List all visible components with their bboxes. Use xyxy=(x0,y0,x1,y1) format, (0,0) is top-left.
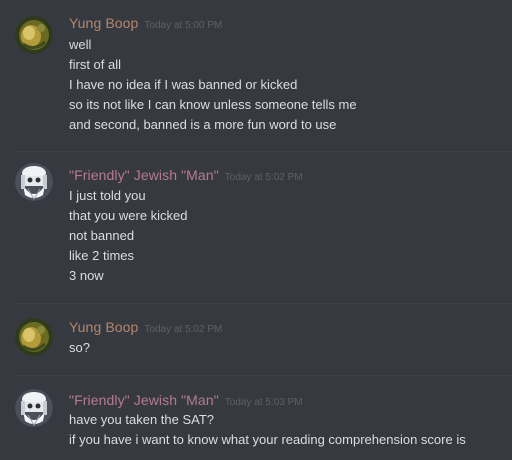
message-divider xyxy=(14,151,512,152)
message-header: "Friendly" Jewish "Man" Today at 5:03 PM xyxy=(69,392,303,410)
message-line: so its not like I can know unless someon… xyxy=(69,97,357,112)
message-line: and second, banned is a more fun word to… xyxy=(69,117,337,132)
message-line: like 2 times xyxy=(69,248,135,263)
message-line: not banned xyxy=(69,228,135,243)
username[interactable]: Yung Boop xyxy=(69,319,138,335)
message-line: I just told you xyxy=(69,188,146,203)
bearded-man-avatar-icon[interactable] xyxy=(15,389,53,427)
timestamp: Today at 5:00 PM xyxy=(144,20,223,31)
message-content: have you taken the SAT? if you have i wa… xyxy=(69,410,466,450)
message-line: have you taken the SAT? xyxy=(69,412,215,427)
message-line: I have no idea if I was banned or kicked xyxy=(69,77,298,92)
message-line: if you have i want to know what your rea… xyxy=(69,432,466,447)
message-header: "Friendly" Jewish "Man" Today at 5:02 PM xyxy=(69,167,303,185)
message-header: Yung Boop Today at 5:02 PM xyxy=(69,319,222,337)
message-line: well xyxy=(69,37,92,52)
message-line: that you were kicked xyxy=(69,208,188,223)
message-content: well first of all I have no idea if I wa… xyxy=(69,35,357,135)
message-divider xyxy=(14,375,512,376)
timestamp: Today at 5:03 PM xyxy=(224,397,303,408)
bearded-man-avatar-icon[interactable] xyxy=(15,163,53,201)
username[interactable]: Yung Boop xyxy=(69,15,138,31)
message-line: so? xyxy=(69,340,90,355)
username[interactable]: "Friendly" Jewish "Man" xyxy=(69,167,219,183)
timestamp: Today at 5:02 PM xyxy=(224,172,303,183)
message-header: Yung Boop Today at 5:00 PM xyxy=(69,15,222,33)
message-content: so? xyxy=(69,338,90,358)
gold-orb-avatar-icon[interactable] xyxy=(15,318,53,356)
chat-message-list: Yung Boop Today at 5:00 PM well first of … xyxy=(0,0,512,460)
message-line: first of all xyxy=(69,57,122,72)
message-content: I just told you that you were kicked not… xyxy=(69,186,188,286)
message-divider xyxy=(14,303,512,304)
gold-orb-avatar-icon[interactable] xyxy=(15,16,53,54)
username[interactable]: "Friendly" Jewish "Man" xyxy=(69,392,219,408)
timestamp: Today at 5:02 PM xyxy=(144,324,223,335)
message-line: 3 now xyxy=(69,268,104,283)
